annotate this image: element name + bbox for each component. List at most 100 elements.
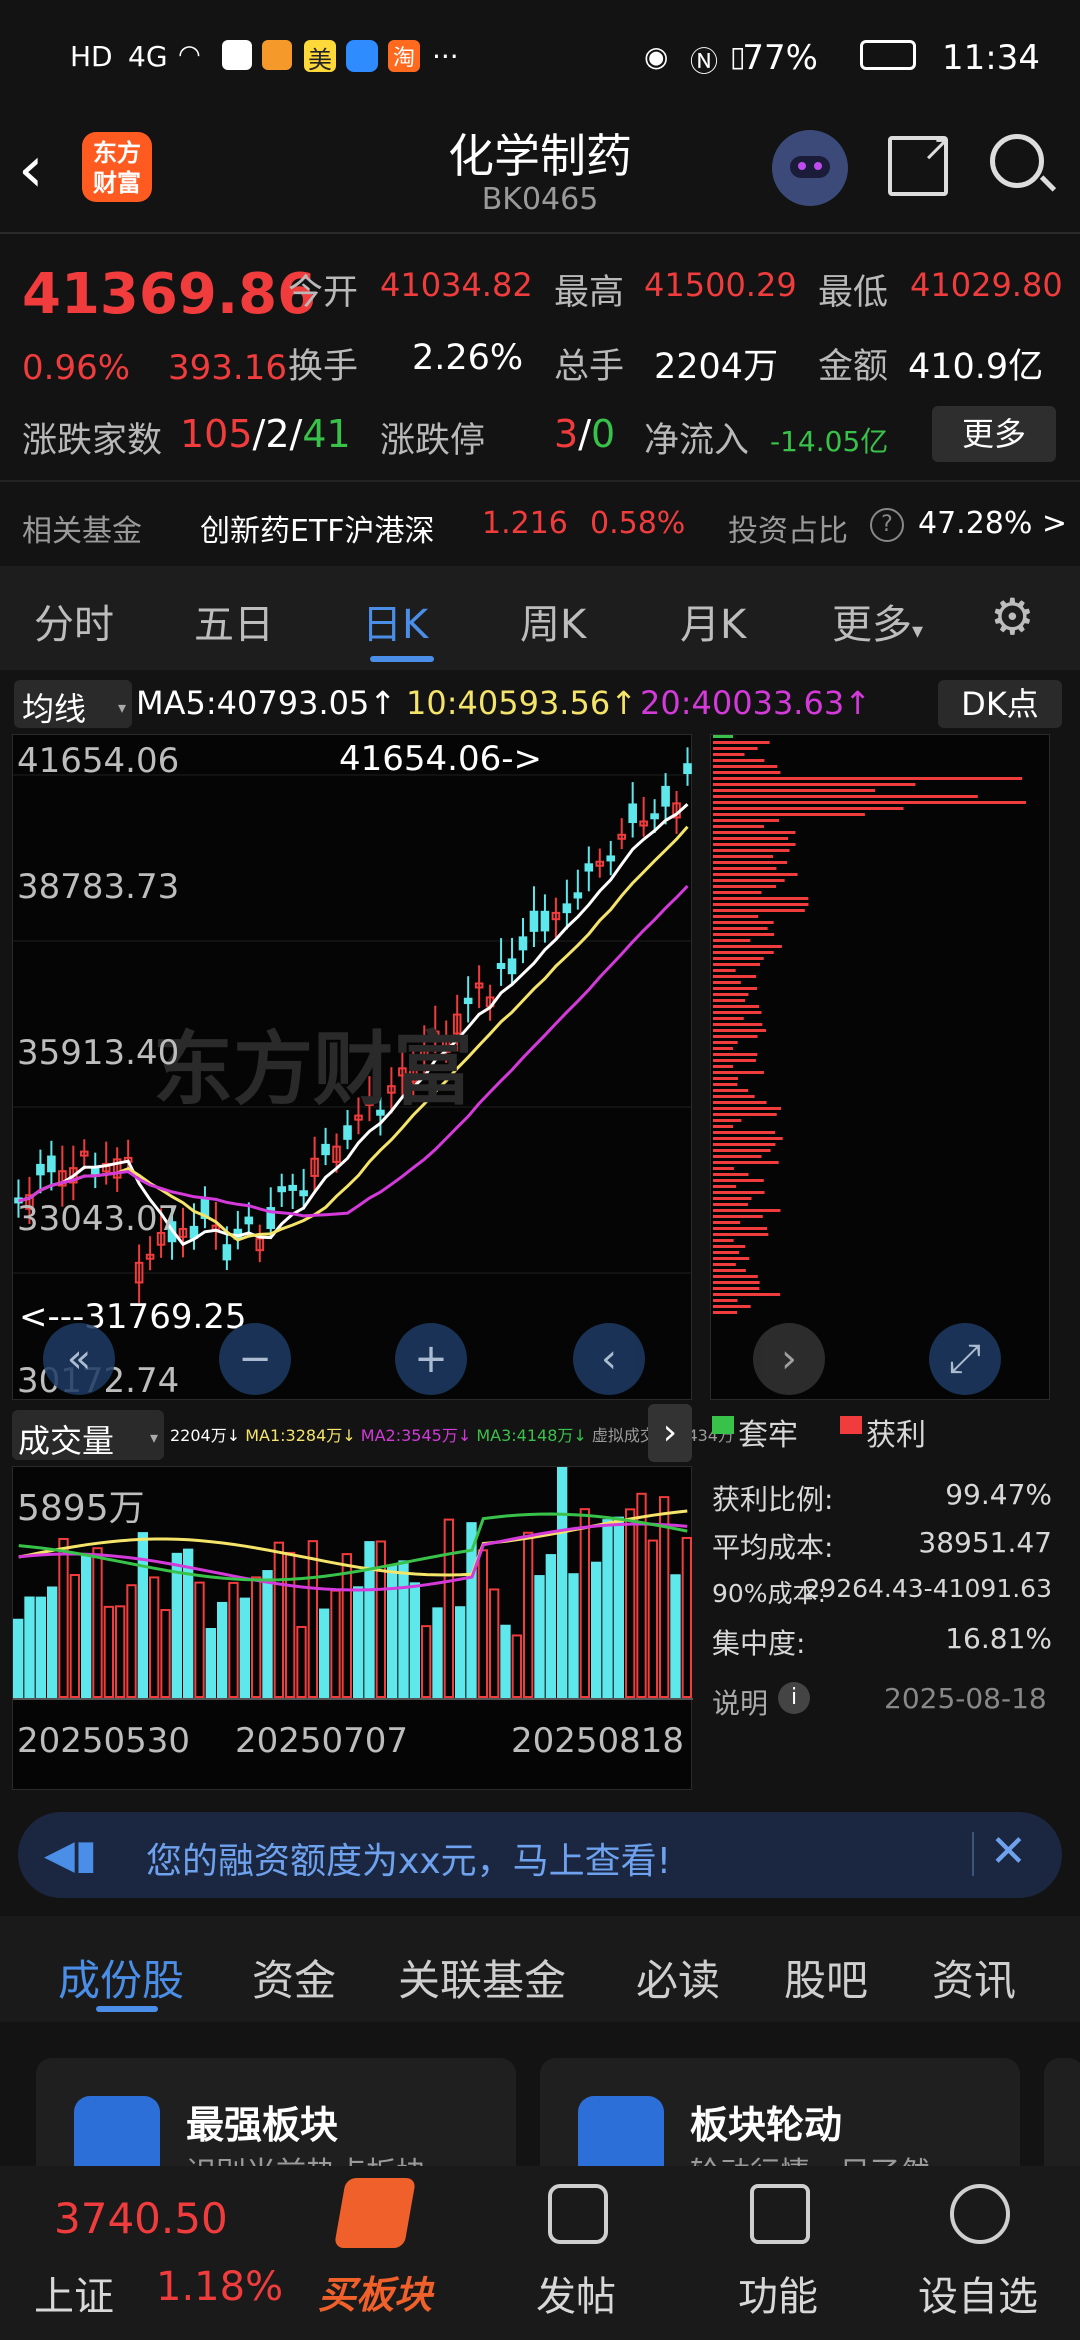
tab-forum[interactable]: 股吧 xyxy=(784,1947,868,2008)
chip-bar xyxy=(713,1041,738,1044)
index-name[interactable]: 上证 xyxy=(34,2264,114,2322)
volume-bar xyxy=(103,1605,114,1698)
tab-more-label: 更多 xyxy=(832,602,912,648)
candle-body xyxy=(463,997,473,1005)
volume-bar xyxy=(160,1609,171,1699)
chip-bar xyxy=(713,1185,737,1188)
kline-chart[interactable]: 东方财富 41654.06 38783.73 35913.40 33043.07… xyxy=(12,734,693,1401)
scroll-left-button[interactable]: ‹ xyxy=(573,1323,645,1395)
wifi-icon: ◠ xyxy=(178,40,201,70)
help-icon[interactable]: ? xyxy=(870,508,904,542)
volume-bar xyxy=(579,1508,591,1698)
candle-body xyxy=(47,1155,56,1173)
chip-bar xyxy=(713,1143,776,1146)
vol-value: 2204万↓ xyxy=(170,1426,241,1445)
dropdown-caret-icon: ▾ xyxy=(149,1428,158,1447)
eye-icon: ◉ xyxy=(644,40,669,73)
tab-news[interactable]: 资讯 xyxy=(932,1947,1016,2008)
chip-bar xyxy=(713,759,765,762)
candle-body xyxy=(584,863,594,872)
chip-bar xyxy=(713,867,777,870)
tab-intraday[interactable]: 分时 xyxy=(34,592,114,650)
chip-bar xyxy=(713,825,764,828)
info-icon[interactable]: i xyxy=(778,1682,810,1714)
tab-five-day[interactable]: 五日 xyxy=(194,592,274,650)
add-favorite-label[interactable]: 设自选 xyxy=(918,2264,1038,2322)
tab-funds-flow[interactable]: 资金 xyxy=(252,1947,336,2008)
index-value[interactable]: 3740.50 xyxy=(54,2194,228,2243)
meituan-icon: 美 xyxy=(304,40,336,74)
search-icon[interactable] xyxy=(990,134,1057,192)
chip-bar xyxy=(713,1233,769,1236)
watermark: 东方财富 xyxy=(153,1023,473,1116)
tab-daily-k[interactable]: 日K xyxy=(362,592,428,650)
change-percent: 0.96% xyxy=(22,348,131,388)
tab-more[interactable]: 更多▾ xyxy=(832,592,923,650)
limit-up-count: 3 xyxy=(554,412,579,456)
volume-chart[interactable]: 5895万 20250530 20250707 20250818 xyxy=(12,1466,693,1790)
fund-name: 创新药ETF沪港深 xyxy=(200,514,435,549)
chip-bar xyxy=(713,753,745,756)
index-pct[interactable]: 1.18% xyxy=(156,2264,283,2310)
explain-link[interactable]: 说明 xyxy=(712,1682,768,1722)
function-label[interactable]: 功能 xyxy=(738,2264,818,2322)
close-icon[interactable]: ✕ xyxy=(990,1826,1027,1877)
chip-distribution-chart[interactable]: › ⤢ xyxy=(710,734,1050,1400)
chip-bar xyxy=(713,1227,768,1230)
app-icon xyxy=(222,40,252,70)
compose-icon[interactable] xyxy=(548,2184,608,2244)
ma-selector-label: 均线 xyxy=(22,690,87,728)
assistant-robot-icon[interactable] xyxy=(772,130,848,206)
more-dots-icon[interactable] xyxy=(950,2184,1010,2244)
ma-selector[interactable]: 均线 ▾ xyxy=(14,680,132,728)
gear-icon[interactable]: ⚙ xyxy=(990,592,1035,642)
volume-bar xyxy=(24,1596,35,1698)
indicator-next-button[interactable]: › xyxy=(648,1404,692,1462)
volume-bar xyxy=(81,1555,92,1699)
chip-bar xyxy=(713,855,774,858)
candle-body xyxy=(650,813,659,820)
tab-related-funds[interactable]: 关联基金 xyxy=(398,1947,566,2008)
chip-bar xyxy=(713,957,764,960)
more-button[interactable]: 更多 xyxy=(932,406,1056,462)
margin-promo-banner[interactable]: ◀▮ 您的融资额度为xx元，马上查看! ✕ xyxy=(18,1812,1062,1898)
chip-bar xyxy=(713,1167,734,1170)
candle-body xyxy=(244,1216,254,1225)
app-icon xyxy=(262,40,292,70)
dk-point-button[interactable]: DK点 xyxy=(938,680,1062,728)
post-label[interactable]: 发帖 xyxy=(536,2264,616,2322)
volume-bar xyxy=(115,1605,126,1699)
share-icon[interactable]: ↗ xyxy=(888,128,952,196)
zoom-out-button[interactable]: − xyxy=(219,1323,291,1395)
chip-bar xyxy=(713,981,741,984)
tab-must-read[interactable]: 必读 xyxy=(636,1947,720,2008)
scroll-right-button[interactable]: › xyxy=(753,1323,825,1395)
zoom-in-button[interactable]: + xyxy=(395,1323,467,1395)
scroll-left-fast-button[interactable]: « xyxy=(43,1323,115,1395)
chip-bar xyxy=(713,1305,751,1308)
up-count: 105 xyxy=(180,412,253,456)
limit-counts: 3/0 xyxy=(554,412,616,456)
stat-value: 99.47% xyxy=(945,1478,1052,1511)
chip-bar xyxy=(713,1197,752,1200)
grid-icon[interactable] xyxy=(750,2184,810,2244)
buy-sector-icon[interactable] xyxy=(333,2178,417,2248)
chip-bar xyxy=(713,993,749,996)
updown-counts: 105/2/41 xyxy=(180,412,351,456)
down-count: 41 xyxy=(302,412,351,456)
stat-value: 16.81% xyxy=(945,1622,1052,1655)
candle-body xyxy=(36,1163,45,1176)
volume-bar xyxy=(239,1597,251,1698)
related-fund-row[interactable]: 相关基金 创新药ETF沪港深 1.216 0.58% 投资占比 ? 47.28%… xyxy=(0,490,1080,560)
candle-body xyxy=(573,892,583,899)
tab-weekly-k[interactable]: 周K xyxy=(520,592,586,650)
chip-bar xyxy=(713,969,736,972)
tab-monthly-k[interactable]: 月K xyxy=(680,592,746,650)
tab-constituents[interactable]: 成份股 xyxy=(58,1947,184,2008)
min-price-marker: <---31769.25 xyxy=(19,1297,247,1337)
expand-icon[interactable]: ⤢ xyxy=(929,1323,1001,1395)
buy-sector-label[interactable]: 买板块 xyxy=(318,2264,432,2319)
volume-bar xyxy=(330,1589,341,1698)
volume-bar xyxy=(375,1540,386,1698)
volume-selector[interactable]: 成交量 ▾ xyxy=(12,1410,164,1460)
